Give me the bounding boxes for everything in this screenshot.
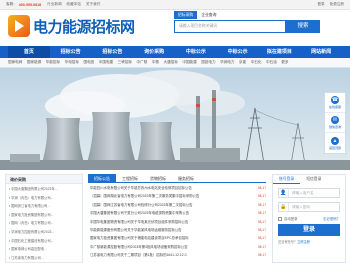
- floating-side-panel: ☎ 在线客服 ✉ 微信咨询 ▲ 返回顶部: [324, 92, 346, 154]
- site-logo[interactable]: 电力能源招标网: [8, 15, 135, 37]
- login-button[interactable]: 登录: [278, 224, 340, 236]
- forgot-password-link[interactable]: 忘记密码？: [323, 216, 340, 221]
- topbar-login-link[interactable]: 登录: [317, 2, 324, 7]
- tab-services[interactable]: 服务招标: [172, 174, 200, 182]
- subnav-item[interactable]: 中国电建: [99, 60, 113, 65]
- subnav-item[interactable]: 国家能源: [27, 60, 41, 65]
- list-item[interactable]: （招募）国网江苏省电力有限公司检修分公司2023年第二次招标公告 08-17: [88, 201, 266, 209]
- mail-icon: ✉: [331, 116, 339, 124]
- phone-label: 客服：: [6, 2, 17, 6]
- subnav-item[interactable]: 中广核: [137, 60, 148, 65]
- hero-banner[interactable]: [0, 68, 350, 170]
- list-item[interactable]: • 国家电力投资集团有限公司...: [9, 211, 79, 220]
- phone-number: 400-995-0818: [18, 2, 42, 7]
- subnav-item[interactable]: 大唐招标: [164, 60, 178, 65]
- list-item[interactable]: 中广核新能源控股有限公司2023年第3批风电场设备采购招标公告 08-17: [88, 243, 266, 251]
- list-item[interactable]: • 中国石化工程建设有限公司...: [9, 237, 79, 246]
- subnav-item[interactable]: 国投电力: [201, 60, 215, 65]
- topbar-register-link[interactable]: 免费注册: [330, 2, 344, 7]
- online-service-button[interactable]: ☎ 在线客服: [325, 93, 345, 113]
- nav-proposed-projects[interactable]: 拟在建项目: [259, 46, 301, 58]
- list-item[interactable]: 华能新能源股份有限公司关于华能某风电场运维服务招标公告 08-17: [88, 226, 266, 234]
- list-item[interactable]: • 国网（青岛）电力有限公司...: [9, 219, 79, 228]
- nav-award[interactable]: 中标公示: [175, 46, 217, 58]
- username-field[interactable]: 👤 请输入用户名: [278, 188, 340, 198]
- logo-text: 电力能源招标网: [33, 18, 135, 36]
- subnav-item[interactable]: 中石化: [251, 60, 262, 65]
- wechat-consult-button[interactable]: ✉ 微信咨询: [325, 113, 345, 133]
- auto-login-checkbox[interactable]: [278, 216, 282, 221]
- list-item[interactable]: （招募）国网湖北省电力有限公司2023年第二次服务类集中招标采购公告 08-17: [88, 192, 266, 200]
- list-item[interactable]: • 国网浙江省电力有限公司...: [9, 202, 79, 211]
- search-tab-companies[interactable]: 企业查询: [197, 11, 220, 19]
- list-item[interactable]: • 国家电网公司高压配电...: [9, 245, 79, 254]
- inquiry-panel: 询价采购 • 中国大唐集团有限公司2023年... • 华润（青岛）电力有限公司…: [5, 174, 83, 263]
- tender-list: 华能四川水电有限公司关于华能甘孜州水电站安全检修项目招标公告 08-17 （招募）…: [88, 183, 266, 260]
- nav-inquiry[interactable]: 询价采购: [133, 46, 175, 58]
- subnav-item[interactable]: 中核: [152, 60, 159, 65]
- list-item[interactable]: • 华润电力控股有限公司2023...: [9, 228, 79, 237]
- content-area: 询价采购 • 中国大唐集团有限公司2023年... • 华润（青岛）电力有限公司…: [0, 170, 350, 263]
- subnav-item[interactable]: 华能招标: [46, 60, 60, 65]
- subnav-item[interactable]: 京能: [239, 60, 246, 65]
- subnav-item[interactable]: 华电招标: [65, 60, 79, 65]
- tender-notice-panel: 招标公告 工程招标 货物招标 服务招标 华能四川水电有限公司关于华能甘孜州水电站…: [88, 174, 266, 263]
- tab-engineering[interactable]: 工程招标: [116, 174, 144, 182]
- register-prompt: 还没有账号？立即注册: [278, 240, 310, 244]
- list-item[interactable]: 华能四川水电有限公司关于华能甘孜州水电站安全检修项目招标公告 08-17: [88, 184, 266, 192]
- search-tab-tenders[interactable]: 招标采购: [174, 11, 198, 19]
- sub-nav: 国家电网 国家能源 华能招标 华电招标 国电投 中国电建 三峡招标 中广核 中核…: [0, 58, 350, 68]
- topbar-link-about[interactable]: 关于我们: [86, 2, 100, 7]
- search-box: 招标采购 企业查询 请输入项目名称关键词 搜索: [174, 11, 320, 33]
- power-plant-illustration: [0, 68, 350, 170]
- list-item[interactable]: 中国大唐集团有限公司宁夏分公司2023年电缆类物资集中采购公告 08-17: [88, 209, 266, 217]
- logo-play-icon: [8, 15, 30, 37]
- nav-home[interactable]: 首页: [8, 46, 50, 58]
- nav-award-2[interactable]: 中标公示: [217, 46, 259, 58]
- auto-login-label: 自动登录: [284, 217, 298, 221]
- inquiry-list: • 中国大唐集团有限公司2023年... • 华润（青岛）电力有限公司... •…: [6, 184, 82, 263]
- list-item[interactable]: 国家电力投资集团有限公司关于储能电站建设项目EPC总承包招标 08-17: [88, 234, 266, 242]
- list-item[interactable]: • 江苏省电力有限公司...: [9, 254, 79, 263]
- nav-tender-notice-2[interactable]: 招标公告: [92, 46, 134, 58]
- subnav-item-more[interactable]: 更多: [281, 60, 288, 65]
- tab-tender-notice[interactable]: 招标公告: [88, 174, 116, 182]
- list-item[interactable]: 中国华电集团物资有限公司关于华电某光伏项目组件采购招标公告 08-17: [88, 218, 266, 226]
- top-bar: 客服： 400-995-0818 行业新闻 收藏本站 关于我们 登录 免费注册: [0, 0, 350, 10]
- subnav-item[interactable]: 中石油: [266, 60, 277, 65]
- subnav-item[interactable]: 三峡招标: [118, 60, 132, 65]
- subnav-item[interactable]: 国电投: [84, 60, 95, 65]
- arrow-up-icon: ▲: [331, 136, 339, 145]
- subnav-item[interactable]: 中国能建: [182, 60, 196, 65]
- tab-sms-login[interactable]: 短信登录: [300, 175, 327, 184]
- password-field[interactable]: 🔒 请输入密码: [278, 202, 340, 212]
- user-icon: 👤: [279, 189, 289, 197]
- login-panel: 账号登录 短信登录 👤 请输入用户名 🔒 请输入密码 自动登录 忘记密码？ 登录…: [272, 174, 346, 263]
- nav-tender-notice[interactable]: 招标公告: [50, 46, 92, 58]
- inquiry-panel-title: 询价采购: [6, 175, 82, 184]
- list-item[interactable]: • 华润（青岛）电力有限公司...: [9, 194, 79, 203]
- header: 电力能源招标网 招标采购 企业查询 请输入项目名称关键词 搜索: [0, 10, 350, 44]
- back-to-top-button[interactable]: ▲ 返回顶部: [325, 133, 345, 153]
- lock-icon: 🔒: [279, 203, 289, 211]
- topbar-link-news[interactable]: 行业新闻: [47, 2, 61, 7]
- main-nav: 首页 招标公告 招标公告 询价采购 中标公示 中标公示 拟在建项目 网站新闻: [0, 46, 350, 58]
- search-input[interactable]: 请输入项目名称关键词: [174, 20, 286, 33]
- nav-news[interactable]: 网站新闻: [300, 46, 342, 58]
- subnav-item[interactable]: 华润电力: [220, 60, 234, 65]
- tab-goods[interactable]: 货物招标: [144, 174, 172, 182]
- list-item[interactable]: 江苏省电力有限公司关于二期项目（第1批）招标的1641-12.12.0 08-17: [88, 251, 266, 259]
- phone-icon: ☎: [331, 96, 339, 104]
- search-button[interactable]: 搜索: [286, 20, 320, 33]
- subnav-item[interactable]: 国家电网: [8, 60, 22, 65]
- register-link[interactable]: 立即注册: [297, 240, 310, 244]
- topbar-link-favorite[interactable]: 收藏本站: [67, 2, 81, 7]
- tab-account-login[interactable]: 账号登录: [273, 175, 301, 184]
- list-item[interactable]: • 中国大唐集团有限公司2023年...: [9, 185, 79, 194]
